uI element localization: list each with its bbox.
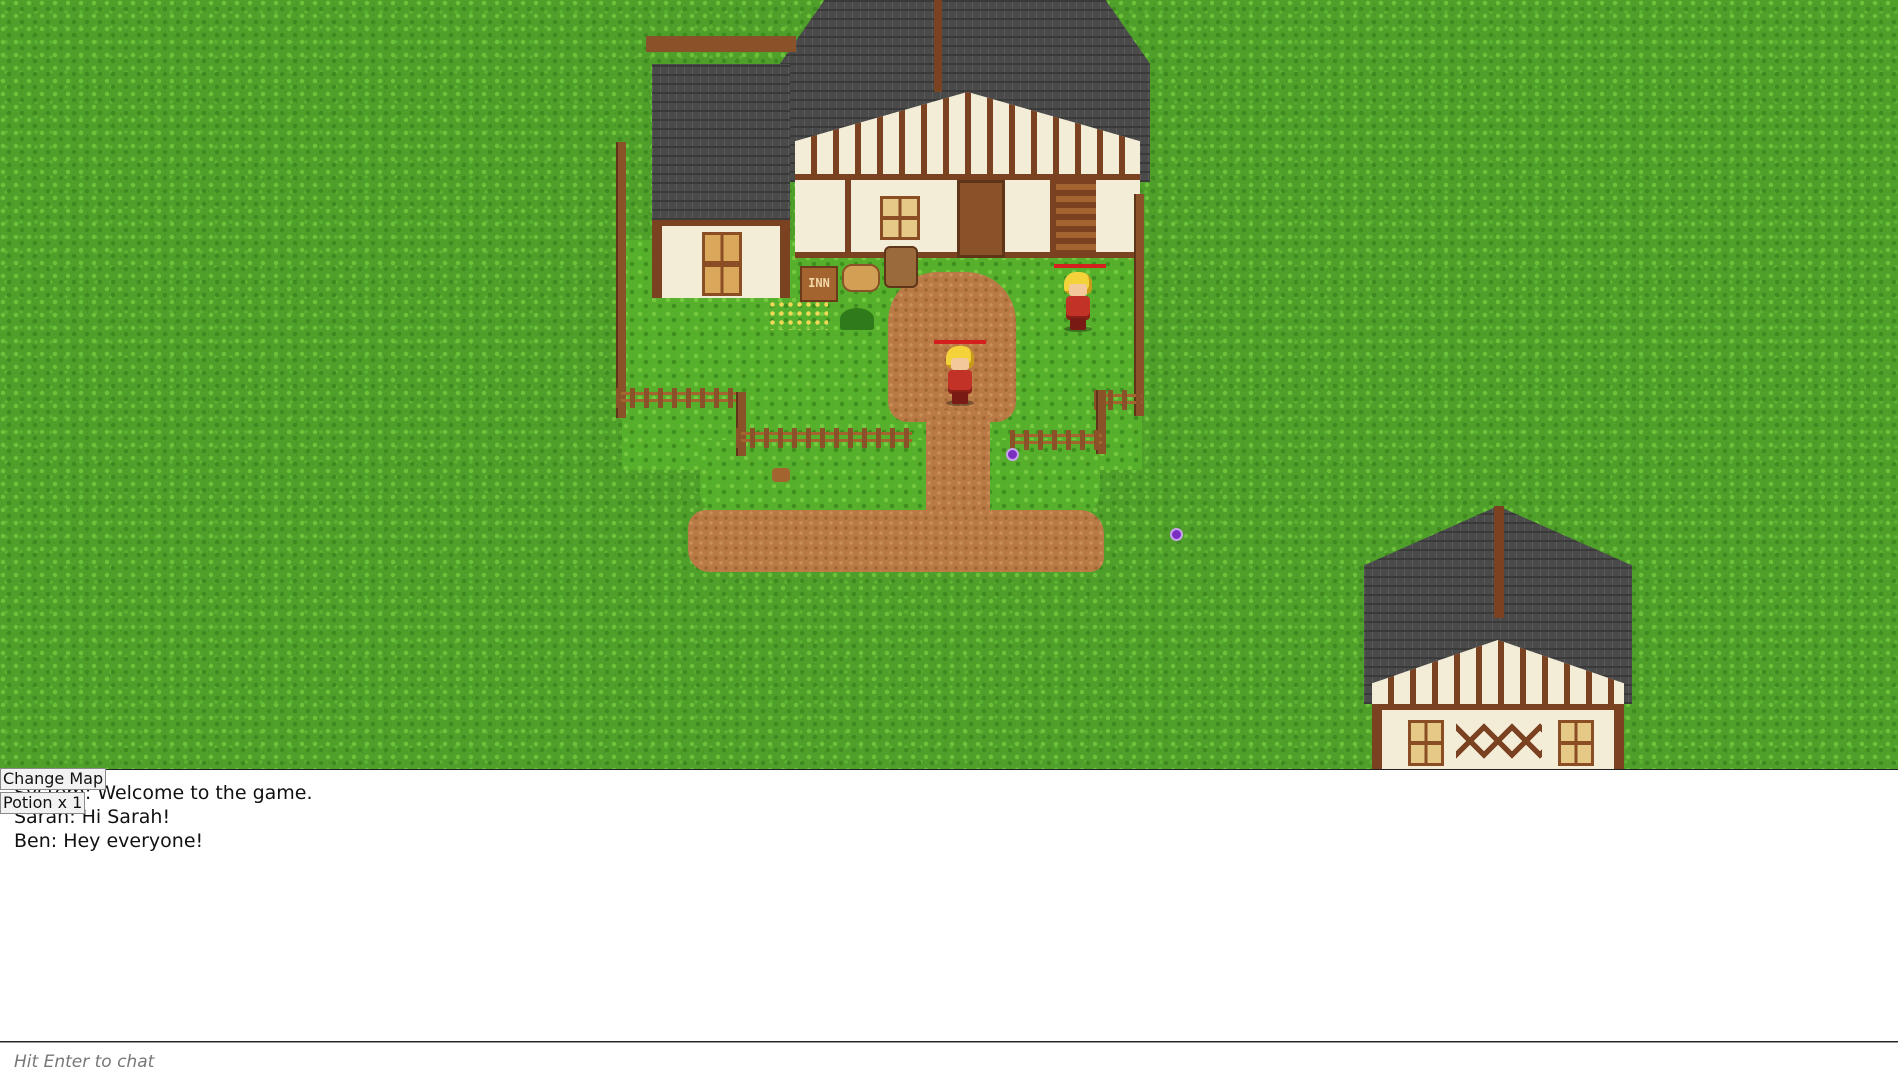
stump xyxy=(772,468,790,482)
chat-log: System: Welcome to the game. Sarah: Hi S… xyxy=(0,769,1898,1042)
inn-side-roof xyxy=(652,64,790,220)
barrel xyxy=(884,246,918,288)
chat-message: Ben: Hey everyone! xyxy=(14,830,204,852)
inn-side-window xyxy=(702,232,742,296)
flowers xyxy=(768,300,828,330)
mana-orb[interactable] xyxy=(1006,448,1019,461)
player-hp-bar xyxy=(934,340,986,344)
player-character[interactable] xyxy=(940,346,980,406)
npc-character[interactable] xyxy=(1058,272,1098,332)
inn-sign: INN xyxy=(800,266,838,302)
chat-input[interactable] xyxy=(0,1042,1898,1080)
mana-orb[interactable] xyxy=(1170,528,1183,541)
game-viewport[interactable]: INN xyxy=(0,0,1898,769)
potion-button[interactable]: Potion x 1 xyxy=(0,792,86,814)
inn-yard-lower xyxy=(700,440,1100,520)
inn-door xyxy=(957,180,1005,258)
dirt-path-stem xyxy=(926,410,990,520)
inn-window xyxy=(880,196,920,240)
house-door-beams xyxy=(1456,716,1542,766)
grass-tuft xyxy=(840,308,874,330)
house-window-right xyxy=(1558,720,1594,766)
change-map-button[interactable]: Change Map xyxy=(0,768,107,790)
dirt-path-plaza xyxy=(688,510,1104,572)
sacks xyxy=(842,264,880,292)
house-window-left xyxy=(1408,720,1444,766)
npc-hp-bar xyxy=(1054,264,1106,268)
